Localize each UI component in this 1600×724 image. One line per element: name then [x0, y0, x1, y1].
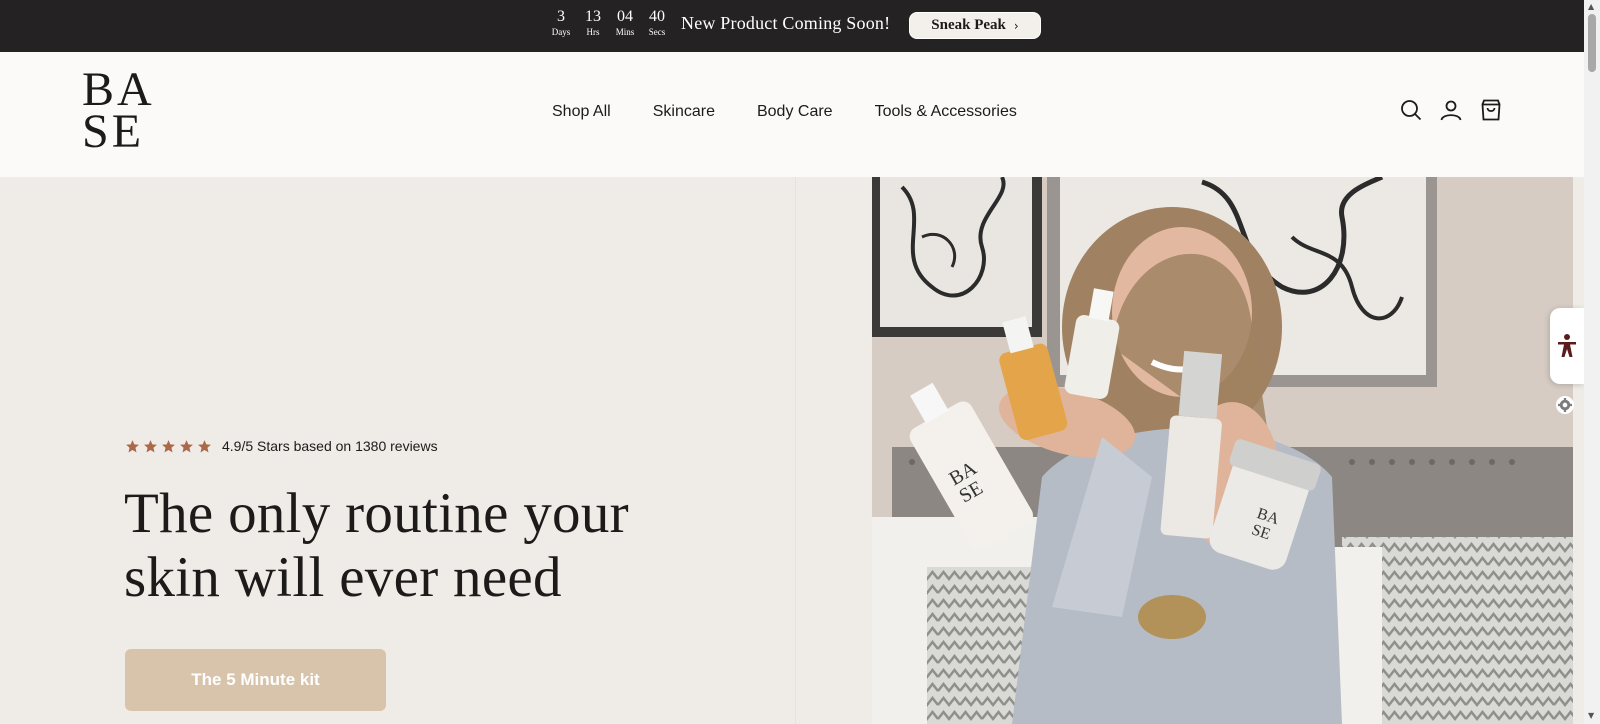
star-icon	[126, 439, 139, 452]
scrollbar-thumb[interactable]	[1588, 14, 1596, 72]
hero-content: 4.9/5 Stars based on 1380 reviews The on…	[0, 177, 872, 724]
nav-tools-accessories[interactable]: Tools & Accessories	[875, 103, 1017, 121]
countdown-seconds-label: Secs	[648, 27, 666, 37]
scroll-up-icon[interactable]: ▲	[1588, 2, 1594, 11]
main-nav: Shop All Skincare Body Care Tools & Acce…	[552, 103, 1017, 121]
hero-photo: BA SE BA SE	[872, 177, 1573, 724]
page-scrollbar[interactable]: ▲ ▼	[1584, 0, 1600, 724]
countdown-seconds-value: 40	[649, 8, 665, 25]
gear-icon	[1558, 398, 1572, 412]
headline-line-1: The only routine your	[124, 482, 629, 545]
star-icon	[144, 439, 157, 452]
countdown-minutes-label: Mins	[615, 27, 635, 37]
announcement-message: New Product Coming Soon!	[681, 13, 891, 33]
hero-headline: The only routine your skin will ever nee…	[124, 482, 684, 610]
headline-line-2: skin will ever need	[124, 546, 562, 609]
countdown-timer: 3 Days 13 Hrs 04 Mins 40 Secs	[548, 8, 670, 38]
hero-video-image[interactable]: BA SE BA SE	[872, 177, 1573, 724]
cart-icon[interactable]	[1479, 98, 1503, 122]
nav-shop-all[interactable]: Shop All	[552, 103, 611, 121]
star-rating	[125, 439, 212, 454]
account-icon[interactable]	[1439, 98, 1463, 122]
logo-line-2: SE	[82, 105, 145, 158]
nav-skincare[interactable]: Skincare	[653, 103, 715, 121]
hero-divider	[795, 177, 796, 724]
site-header: BA SE Shop All Skincare Body Care Tools …	[0, 52, 1584, 177]
rating-text: 4.9/5 Stars based on 1380 reviews	[222, 438, 438, 454]
countdown-days: 3 Days	[548, 8, 574, 38]
chevron-right-icon: ›	[1013, 18, 1019, 33]
countdown-days-value: 3	[557, 8, 565, 25]
countdown-hours: 13 Hrs	[580, 8, 606, 38]
accessibility-widget-button[interactable]	[1550, 308, 1584, 384]
search-icon[interactable]	[1399, 98, 1423, 122]
countdown-minutes-value: 04	[617, 8, 633, 25]
accessibility-settings-button[interactable]	[1556, 396, 1574, 414]
nav-body-care[interactable]: Body Care	[757, 103, 833, 121]
countdown-days-label: Days	[551, 27, 571, 37]
star-icon	[180, 439, 193, 452]
countdown-hours-value: 13	[585, 8, 601, 25]
sneak-peak-label: Sneak Peak	[931, 17, 1006, 33]
brand-logo[interactable]: BA SE	[82, 66, 155, 158]
announcement-bar: 3 Days 13 Hrs 04 Mins 40 Secs New Produc…	[0, 0, 1584, 52]
countdown-minutes: 04 Mins	[612, 8, 638, 38]
accessibility-icon	[1558, 334, 1576, 357]
scroll-down-icon[interactable]: ▼	[1588, 711, 1594, 720]
header-icons	[1399, 98, 1503, 122]
sneak-peak-button[interactable]: Sneak Peak ›	[909, 12, 1041, 39]
review-rating[interactable]: 4.9/5 Stars based on 1380 reviews	[125, 438, 438, 454]
star-icon	[162, 439, 175, 452]
countdown-hours-label: Hrs	[586, 27, 600, 37]
five-minute-kit-button[interactable]: The 5 Minute kit	[125, 649, 386, 711]
countdown-seconds: 40 Secs	[644, 8, 670, 38]
star-icon	[198, 439, 211, 452]
